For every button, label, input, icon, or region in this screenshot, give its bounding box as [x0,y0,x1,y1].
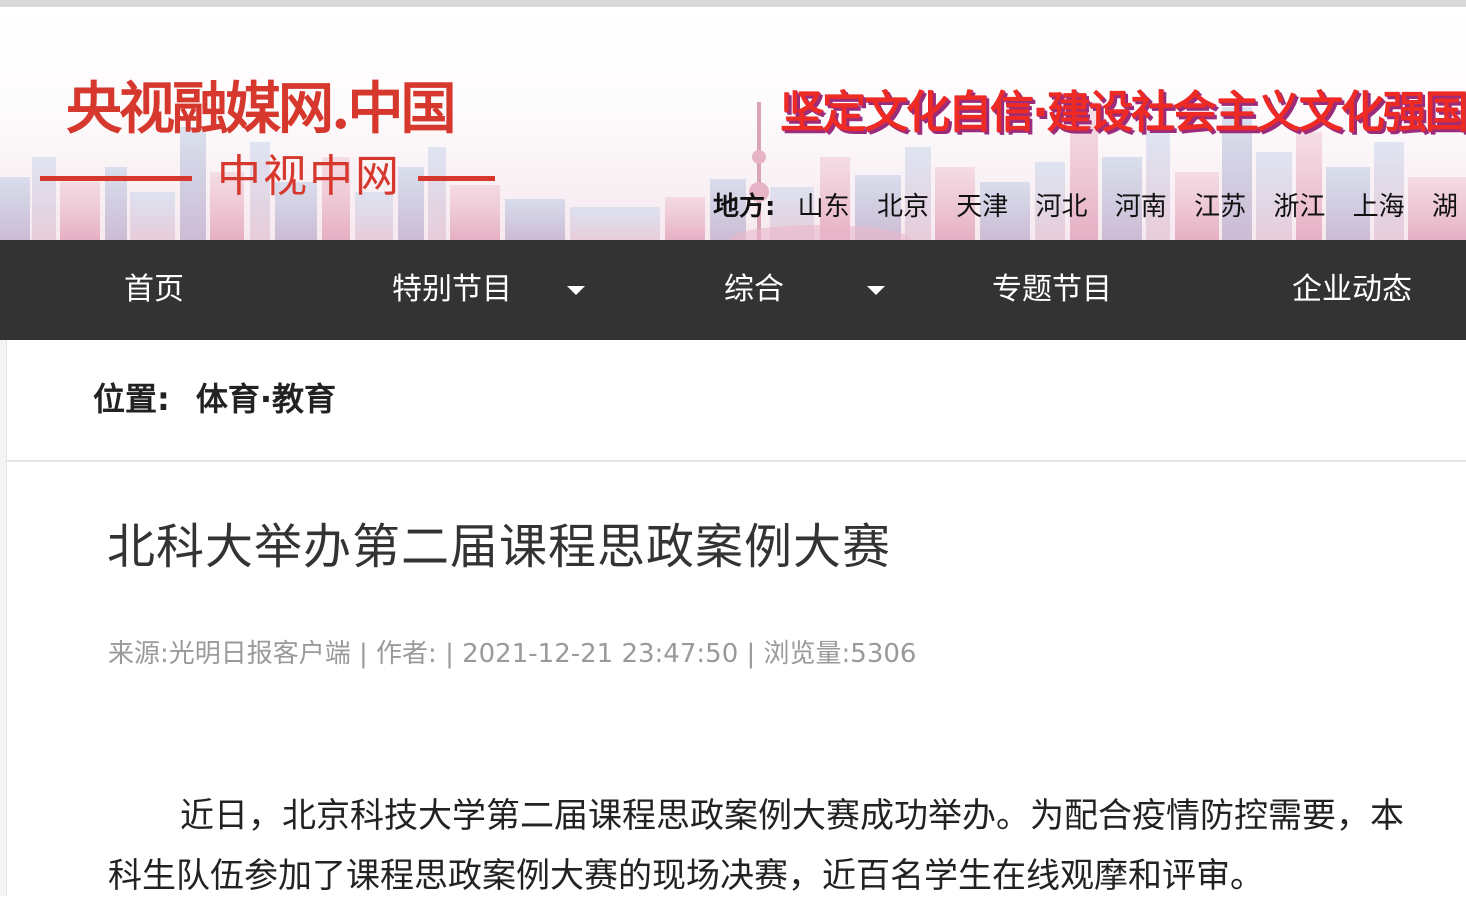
article-paragraph-line: 科生队伍参加了课程思政案例大赛的现场决赛，近百名学生在线观摩和评审。 [108,856,1264,896]
region-link-tianjin[interactable]: 天津 [956,192,1008,222]
article-body: 近日，北京科技大学第二届课程思政案例大赛成功举办。为配合疫情防控需要，本 科生队… [108,786,1466,906]
header-slogan: 坚定文化自信·建设社会主义文化强国 [780,87,1466,138]
nav-company-news[interactable]: 企业动态 [1292,240,1412,340]
nav-special-programs-dropdown-icon[interactable] [567,286,585,295]
region-link-zhejiang[interactable]: 浙江 [1273,192,1325,222]
region-link-hebei[interactable]: 河北 [1036,192,1088,222]
breadcrumb-label: 位置: [93,380,170,418]
article-title: 北科大举办第二届课程思政案例大赛 [107,519,892,575]
breadcrumb-divider [7,460,1466,462]
region-link-shandong[interactable]: 山东 [798,192,850,222]
site-logo-subtitle: 中视中网 [40,149,495,205]
nav-special-programs[interactable]: 特别节目 [392,240,512,340]
region-link-henan[interactable]: 河南 [1115,192,1167,222]
article-container: 位置: 体育·教育 北科大举办第二届课程思政案例大赛 来源:光明日报客户端 | 作… [6,340,1466,896]
site-header: 央视融媒网.中国 中视中网 坚定文化自信·建设社会主义文化强国 地方: 山东 北… [0,7,1466,240]
logo-left-rule [40,176,192,181]
region-link-shanghai[interactable]: 上海 [1353,192,1405,222]
main-nav: 首页 特别节目 综合 专题节目 企业动态 [0,240,1466,340]
breadcrumb: 位置: 体育·教育 [93,376,336,422]
article-paragraph-line: 近日，北京科技大学第二届课程思政案例大赛成功举办。为配合疫情防控需要，本 [180,796,1404,836]
site-logo-title[interactable]: 央视融媒网.中国 [66,77,456,141]
region-link-jiangsu[interactable]: 江苏 [1194,192,1246,222]
article-meta: 来源:光明日报客户端 | 作者: | 2021-12-21 23:47:50 |… [108,639,917,669]
logo-right-rule [418,176,495,181]
region-link-hu[interactable]: 湖 [1432,192,1458,222]
breadcrumb-category-link[interactable]: 体育·教育 [196,380,336,418]
nav-general[interactable]: 综合 [724,240,784,340]
nav-general-dropdown-icon[interactable] [867,286,885,295]
nav-topic-programs[interactable]: 专题节目 [992,240,1112,340]
logo-subtitle-text: 中视中网 [217,151,401,202]
nav-home[interactable]: 首页 [124,240,184,340]
region-label: 地方: [713,192,776,222]
region-link-beijing[interactable]: 北京 [877,192,929,222]
region-links: 地方: 山东 北京 天津 河北 河南 江苏 浙江 上海 湖 [713,187,1466,227]
